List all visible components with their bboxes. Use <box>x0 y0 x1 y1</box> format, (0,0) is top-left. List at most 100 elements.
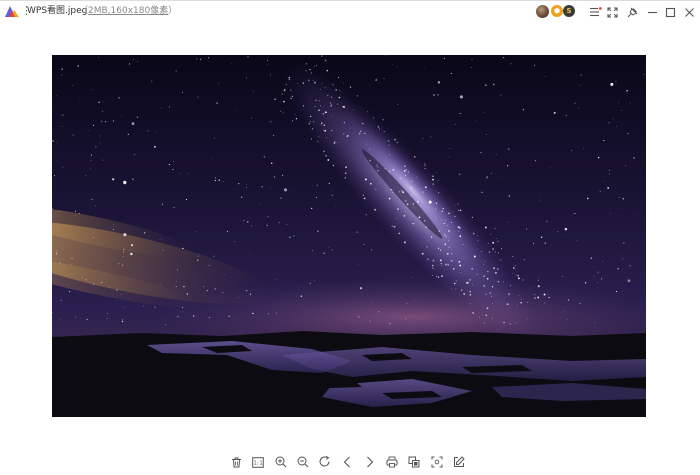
maximize-icon <box>665 7 675 17</box>
star <box>161 203 164 205</box>
star <box>331 249 333 251</box>
star <box>331 130 333 132</box>
star <box>113 223 115 225</box>
star <box>623 242 625 244</box>
star <box>122 319 124 321</box>
zoom-in-button[interactable] <box>273 454 289 470</box>
fullscreen-button[interactable] <box>603 3 621 21</box>
star <box>438 192 440 194</box>
star <box>579 85 581 86</box>
star <box>484 226 487 229</box>
rotate-button[interactable] <box>317 454 333 470</box>
star <box>358 132 361 135</box>
star <box>454 215 456 218</box>
star <box>407 171 409 173</box>
star <box>246 77 247 79</box>
wps-viewer-logo-icon[interactable] <box>5 5 19 17</box>
user-avatar[interactable] <box>536 5 549 18</box>
star <box>208 264 210 266</box>
star <box>455 280 457 282</box>
maximize-button[interactable] <box>661 3 679 21</box>
delete-icon <box>231 457 241 467</box>
star <box>471 216 473 219</box>
star <box>332 164 335 167</box>
star <box>597 156 600 159</box>
star <box>176 280 177 282</box>
star <box>508 148 510 150</box>
star <box>290 89 292 91</box>
delete-button[interactable] <box>228 454 244 470</box>
star <box>454 204 455 206</box>
star <box>369 148 371 150</box>
compare-button[interactable] <box>406 454 422 470</box>
close-button[interactable] <box>680 3 698 21</box>
star <box>545 76 546 77</box>
star <box>60 299 62 301</box>
list-menu-button[interactable] <box>586 3 604 21</box>
star <box>382 119 384 121</box>
zoom-in-icon <box>275 456 286 468</box>
star <box>393 189 395 191</box>
star <box>261 186 263 188</box>
star <box>393 225 396 228</box>
star <box>365 143 367 145</box>
star <box>121 115 123 117</box>
star <box>625 165 627 167</box>
star <box>587 197 589 200</box>
star <box>296 83 298 85</box>
star <box>218 82 219 84</box>
star <box>199 58 202 61</box>
star <box>271 162 273 164</box>
star <box>416 176 417 177</box>
star <box>514 264 516 266</box>
print-button[interactable] <box>384 454 400 470</box>
pin-button[interactable] <box>623 3 641 21</box>
image-canvas[interactable] <box>52 55 646 417</box>
actual-size-button[interactable]: 1:1 <box>250 454 266 470</box>
star <box>483 275 485 278</box>
star <box>196 58 198 60</box>
star <box>331 104 333 106</box>
next-button[interactable] <box>362 454 378 470</box>
coin-badge-icon[interactable]: S <box>563 5 575 17</box>
star <box>388 144 390 146</box>
star <box>492 241 495 244</box>
star <box>508 307 510 309</box>
previous-button[interactable] <box>339 454 355 470</box>
star <box>245 186 247 188</box>
star <box>72 85 74 86</box>
star <box>537 296 540 299</box>
vip-badge-icon[interactable]: ⬢ <box>551 5 563 17</box>
star <box>443 234 446 236</box>
crop-button[interactable] <box>429 454 445 470</box>
star <box>361 122 364 125</box>
star <box>375 188 377 190</box>
star <box>412 222 414 225</box>
edit-button[interactable] <box>451 454 467 470</box>
star <box>369 159 371 162</box>
star <box>544 242 546 244</box>
star <box>197 259 199 261</box>
star <box>534 64 535 66</box>
star <box>608 169 611 172</box>
star <box>335 205 336 207</box>
star <box>506 303 509 306</box>
star <box>291 95 293 97</box>
rotate-icon <box>319 456 330 467</box>
zoom-out-button[interactable] <box>295 454 311 470</box>
star <box>540 192 542 193</box>
star <box>249 253 250 255</box>
minimize-button[interactable] <box>643 3 661 21</box>
star <box>406 203 409 206</box>
star <box>637 213 639 215</box>
star <box>153 145 156 148</box>
title-bar[interactable]: ⋮ WPS看图.jpeg （2MB,160x180像素） ⬢ S <box>0 1 700 23</box>
star <box>371 301 373 303</box>
star <box>398 232 401 235</box>
star <box>124 234 126 237</box>
star <box>565 234 566 236</box>
star <box>594 322 595 324</box>
star <box>576 239 578 241</box>
star <box>458 230 460 232</box>
file-info-link[interactable]: 2MB,160x180像素 <box>88 6 168 16</box>
